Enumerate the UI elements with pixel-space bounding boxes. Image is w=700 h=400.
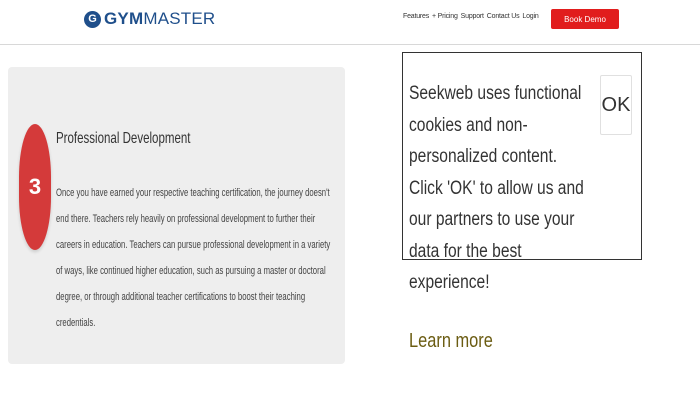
nav-features[interactable]: Features — [403, 13, 429, 20]
cookie-ok-button[interactable]: OK — [600, 75, 632, 135]
site-header: G GYMMASTER Features + Pricing Support C… — [0, 0, 700, 45]
logo-wordmark: GYMMASTER — [104, 8, 215, 30]
step-number-badge: 3 — [19, 124, 51, 250]
nav-support[interactable]: Support — [461, 13, 484, 20]
step-card: 3 Professional Development Once you have… — [8, 67, 345, 364]
learn-more-link[interactable]: Learn more — [409, 330, 493, 353]
gymmaster-logo[interactable]: G GYMMASTER — [84, 8, 215, 30]
logo-badge-icon: G — [84, 10, 101, 28]
nav-pricing[interactable]: + Pricing — [432, 13, 458, 20]
cookie-message: Seekweb uses functional cookies and non-… — [409, 83, 584, 293]
logo-wordmark-bold: GYM — [104, 9, 144, 28]
logo-wordmark-light: MASTER — [143, 9, 216, 28]
step-title: Professional Development — [56, 130, 191, 147]
top-nav: Features + Pricing Support Contact Us Lo… — [403, 13, 539, 20]
nav-contact-us[interactable]: Contact Us — [487, 13, 520, 20]
book-demo-button[interactable]: Book Demo — [551, 9, 619, 29]
step-description: Once you have earned your respective tea… — [56, 187, 331, 329]
nav-login[interactable]: Login — [522, 13, 538, 20]
